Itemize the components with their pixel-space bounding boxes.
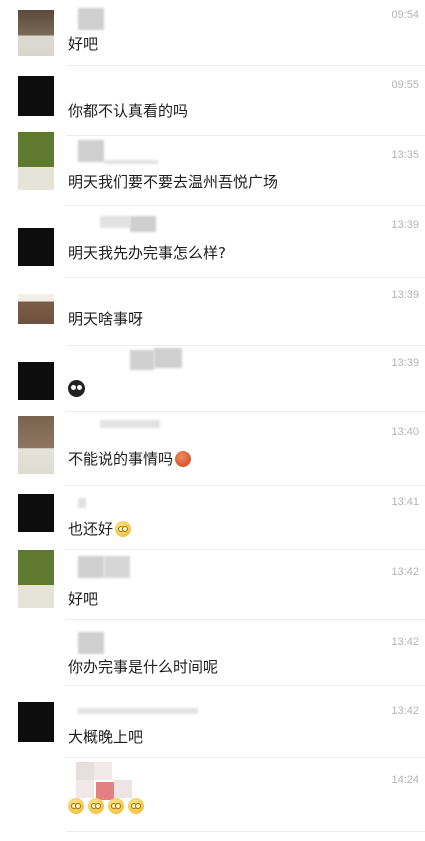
message-text: 你都不认真看的吗	[68, 102, 189, 120]
avatar[interactable]	[18, 10, 54, 56]
message-row[interactable]: 13:40 不能说的事情吗	[0, 412, 425, 486]
sender-name-blurred	[154, 348, 182, 368]
message-row[interactable]: 13:41 也还好	[0, 486, 425, 550]
message-row[interactable]: 14:24	[0, 758, 425, 832]
owl-emoji	[68, 380, 85, 397]
message-row[interactable]: 13:42 大概晚上吧	[0, 686, 425, 758]
sender-name-blurred	[78, 556, 104, 578]
sender-name-blurred	[100, 420, 160, 428]
divider	[66, 831, 425, 832]
message-time: 13:35	[391, 149, 419, 161]
sender-name-blurred	[130, 350, 154, 370]
message-text: 明天我先办完事怎么样?	[68, 244, 226, 262]
smile-emoji	[115, 520, 132, 537]
sender-name-blurred	[78, 140, 104, 162]
message-text: 大概晚上吧	[68, 728, 144, 746]
chat-list: 09:54 好吧 09:55 你都不认真看的吗 13:35 明天我们要不要去温州…	[0, 0, 425, 841]
message-row[interactable]: 09:55 你都不认真看的吗	[0, 66, 425, 136]
message-time: 09:55	[391, 79, 419, 91]
message-row[interactable]: 13:35 明天我们要不要去温州吾悦广场	[0, 132, 425, 206]
message-text	[68, 798, 144, 814]
message-row[interactable]: 13:39	[0, 346, 425, 412]
message-text	[68, 380, 85, 397]
avatar[interactable]	[18, 228, 54, 266]
smile-emoji	[108, 798, 124, 814]
sender-name-blurred	[100, 216, 130, 228]
message-text: 明天我们要不要去温州吾悦广场	[68, 173, 279, 191]
sender-name-blurred	[78, 708, 198, 714]
sender-name-blurred	[78, 8, 104, 30]
avatar[interactable]	[18, 416, 54, 474]
message-time: 13:42	[391, 705, 419, 717]
message-text: 明天啥事呀	[68, 310, 144, 328]
message-row[interactable]: 13:39 明天我先办完事怎么样?	[0, 206, 425, 278]
sender-name-pixelated	[76, 762, 136, 800]
message-row[interactable]: 09:54 好吧	[0, 0, 425, 66]
avatar[interactable]	[18, 494, 54, 532]
message-text: 好吧	[68, 35, 99, 53]
message-time: 14:24	[391, 774, 419, 786]
angry-emoji	[175, 450, 192, 467]
avatar[interactable]	[18, 362, 54, 400]
sender-name-blurred	[78, 632, 104, 654]
message-time: 13:42	[391, 636, 419, 648]
avatar[interactable]	[18, 132, 54, 190]
smile-emoji	[128, 798, 144, 814]
sender-name-blurred	[78, 498, 86, 508]
message-time: 09:54	[391, 9, 419, 21]
avatar[interactable]	[18, 550, 54, 608]
avatar[interactable]	[18, 702, 54, 742]
avatar[interactable]	[18, 76, 54, 116]
message-text: 好吧	[68, 590, 99, 608]
message-text: 你办完事是什么时间呢	[68, 658, 219, 676]
sender-name-blurred	[104, 160, 158, 164]
message-text: 也还好	[68, 518, 132, 539]
message-row[interactable]: 13:39 明天啥事呀	[0, 278, 425, 346]
smile-emoji	[88, 798, 104, 814]
message-text: 不能说的事情吗	[68, 448, 192, 469]
message-time: 13:39	[391, 357, 419, 369]
avatar[interactable]	[18, 294, 54, 324]
smile-emoji	[68, 798, 84, 814]
message-time: 13:39	[391, 289, 419, 301]
message-row[interactable]: 13:42 好吧	[0, 550, 425, 620]
message-text-content: 不能说的事情吗	[68, 450, 174, 468]
message-time: 13:39	[391, 219, 419, 231]
message-time: 13:40	[391, 426, 419, 438]
message-text-content: 也还好	[68, 520, 114, 538]
sender-name-blurred	[104, 556, 130, 578]
message-time: 13:42	[391, 566, 419, 578]
message-time: 13:41	[391, 496, 419, 508]
sender-name-blurred	[130, 216, 156, 232]
message-row[interactable]: 13:42 你办完事是什么时间呢	[0, 620, 425, 686]
